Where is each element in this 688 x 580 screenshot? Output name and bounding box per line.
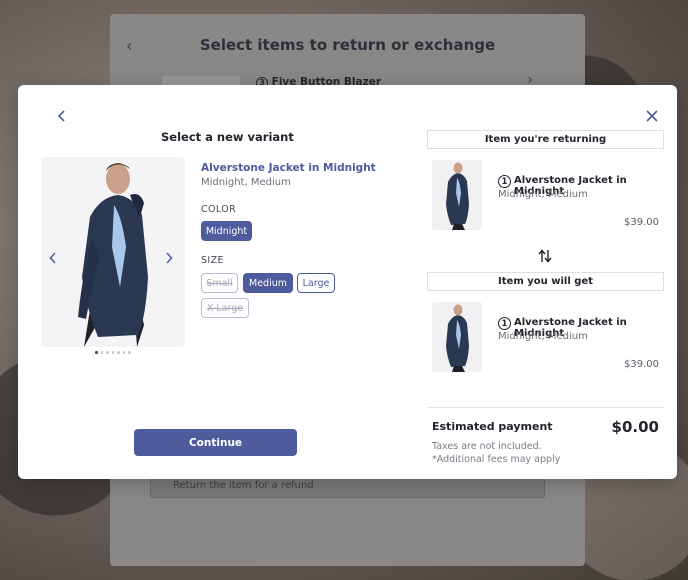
background-title: Select items to return or exchange [199, 36, 496, 54]
returning-header: Item you're returning [427, 130, 664, 149]
variant-name: Alverstone Jacket in Midnight [201, 162, 376, 174]
carousel-dot[interactable] [122, 351, 125, 354]
carousel-dot[interactable] [111, 351, 114, 354]
variant-modal: Select a new variant Alverstone Jacket i… [18, 85, 677, 479]
carousel-dot[interactable] [117, 351, 120, 354]
jacket-thumbnail [432, 302, 482, 372]
continue-button[interactable]: Continue [134, 429, 297, 456]
close-icon [646, 110, 658, 122]
jacket-photo [42, 157, 185, 347]
carousel-next-button[interactable] [165, 249, 177, 264]
carousel-dot[interactable] [100, 351, 103, 354]
estimated-payment-label: Estimated payment [432, 420, 553, 433]
getting-header: Item you will get [427, 272, 664, 291]
chevron-left-icon [49, 252, 56, 264]
size-option-medium[interactable]: Medium [243, 273, 293, 293]
chevron-left-icon [57, 110, 65, 122]
returning-qty-badge: 1 [498, 175, 511, 188]
returning-item-price: $39.00 [624, 217, 659, 228]
getting-item-price: $39.00 [624, 359, 659, 370]
returning-item-variant: Midnight, Medium [498, 189, 588, 200]
fees-note: *Additional fees may apply [432, 454, 561, 465]
getting-item-variant: Midnight, Medium [498, 331, 588, 342]
back-button[interactable] [52, 106, 72, 126]
size-option-small[interactable]: Small [201, 273, 238, 293]
getting-item-thumbnail [432, 302, 482, 372]
variant-section-title: Select a new variant [161, 130, 294, 144]
carousel-dot[interactable] [95, 351, 98, 354]
close-button[interactable] [642, 106, 662, 126]
returning-item-thumbnail [432, 160, 482, 230]
chevron-right-icon [166, 252, 173, 264]
carousel-prev-button[interactable] [49, 249, 61, 264]
variant-subtitle: Midnight, Medium [201, 177, 291, 188]
color-option-midnight[interactable]: Midnight [201, 221, 252, 241]
swap-vertical-icon [538, 248, 552, 264]
jacket-thumbnail [432, 160, 482, 230]
product-image [42, 157, 185, 347]
size-option-large[interactable]: Large [297, 273, 335, 293]
tax-note: Taxes are not included. [432, 441, 542, 452]
getting-qty-badge: 1 [498, 317, 511, 330]
size-option-x-large[interactable]: X-Large [201, 298, 249, 318]
size-label: SIZE [201, 255, 224, 266]
summary-divider [427, 407, 664, 408]
carousel-dots [95, 351, 131, 354]
estimated-payment-value: $0.00 [611, 418, 659, 436]
carousel-dot[interactable] [128, 351, 131, 354]
color-label: COLOR [201, 204, 237, 215]
carousel-dot[interactable] [106, 351, 109, 354]
